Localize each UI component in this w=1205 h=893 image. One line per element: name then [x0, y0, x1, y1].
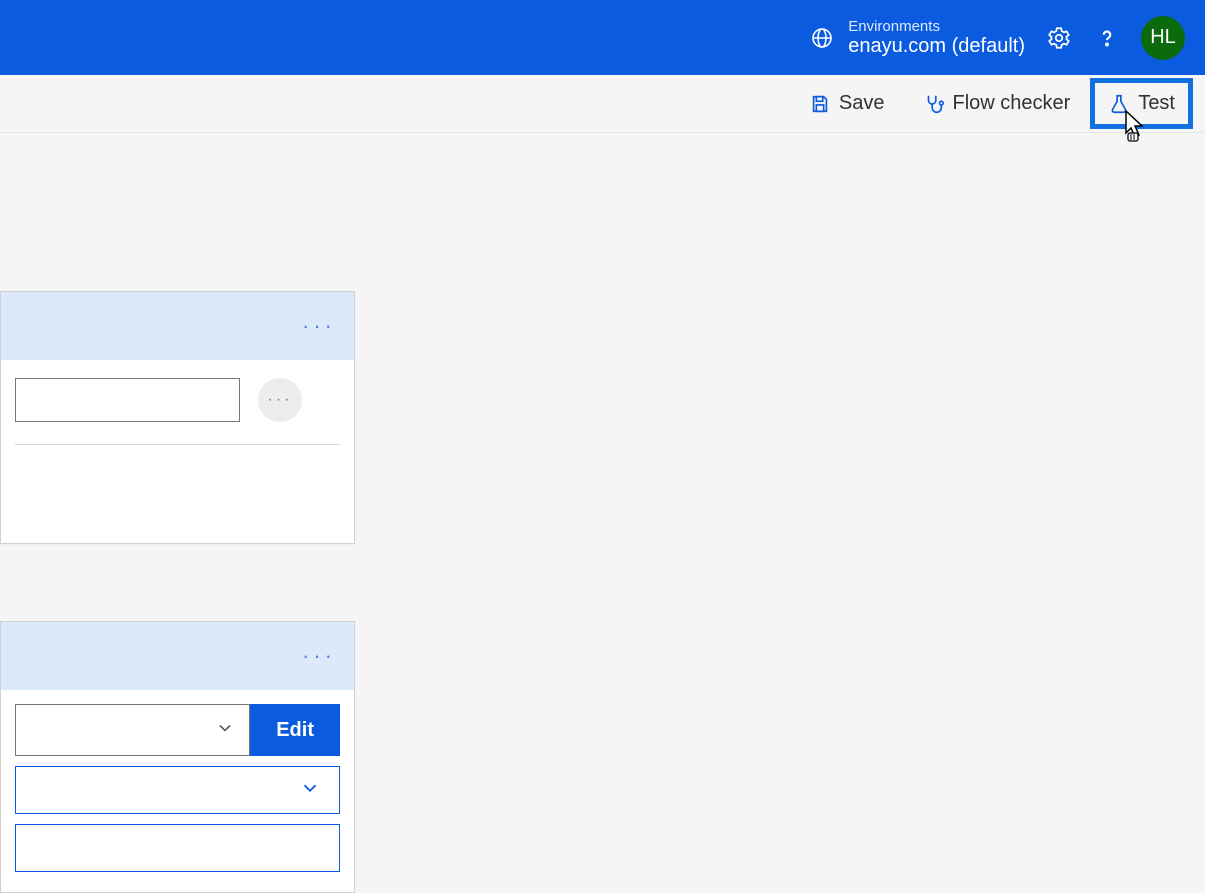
text-input-2[interactable]: [15, 824, 340, 872]
flow-checker-button[interactable]: Flow checker: [913, 86, 1081, 121]
save-icon: [809, 93, 831, 115]
flask-icon: [1108, 93, 1130, 115]
chevron-down-icon: [215, 718, 235, 743]
flow-canvas: ··· ··· ···: [0, 133, 1205, 153]
action-toolbar: Save Flow checker Test: [0, 75, 1205, 133]
app-header: Environments enayu.com (default) HL: [0, 0, 1205, 75]
test-label: Test: [1138, 92, 1175, 115]
environment-selector[interactable]: Environments enayu.com (default): [808, 18, 1025, 58]
environment-label: Environments: [848, 18, 1025, 35]
dropdown-1[interactable]: [15, 704, 250, 756]
flow-step-card-2[interactable]: ··· Edit: [0, 621, 355, 893]
card-body: Edit: [1, 690, 354, 892]
flow-checker-label: Flow checker: [953, 92, 1071, 115]
save-button[interactable]: Save: [799, 86, 895, 121]
flow-step-card-1[interactable]: ··· ···: [0, 291, 355, 544]
save-label: Save: [839, 92, 885, 115]
edit-label: Edit: [276, 719, 314, 741]
more-icon[interactable]: ···: [302, 643, 336, 669]
ellipsis-button[interactable]: ···: [258, 378, 302, 422]
card-body: ···: [1, 360, 354, 543]
card-header: ···: [1, 622, 354, 690]
dropdown-2[interactable]: [15, 766, 340, 814]
globe-icon: [808, 24, 836, 52]
ellipsis-icon: ···: [268, 391, 293, 409]
more-icon[interactable]: ···: [302, 313, 336, 339]
edit-button[interactable]: Edit: [250, 704, 340, 756]
text-input[interactable]: [15, 378, 240, 422]
environment-name: enayu.com (default): [848, 35, 1025, 58]
card-header: ···: [1, 292, 354, 360]
test-button[interactable]: Test: [1098, 86, 1185, 121]
avatar-initials: HL: [1150, 26, 1176, 49]
gear-icon[interactable]: [1045, 24, 1073, 52]
stethoscope-icon: [923, 93, 945, 115]
help-icon[interactable]: [1093, 24, 1121, 52]
chevron-down-icon: [299, 777, 321, 804]
avatar[interactable]: HL: [1141, 16, 1185, 60]
